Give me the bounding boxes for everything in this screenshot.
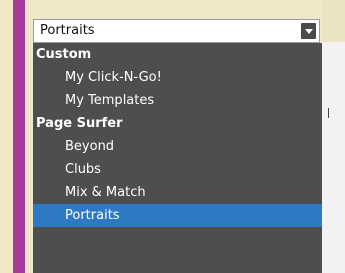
menu-option-beyond[interactable]: Beyond [33,135,322,158]
menu-option-portraits[interactable]: Portraits [33,204,322,227]
select-current-value: Portraits [40,23,95,38]
menu-group-page-surfer: Page Surfer [36,116,123,131]
template-category-dropdown[interactable]: Portraits Custom My Click-N-Go! My Templ… [33,19,322,273]
background-panel [322,0,345,273]
menu-option-my-templates[interactable]: My Templates [33,89,322,112]
chevron-down-icon[interactable] [301,23,316,39]
background-edge-glyph [328,108,329,118]
left-margin [0,0,13,273]
menu-option-clubs[interactable]: Clubs [33,158,322,181]
accent-stripe [13,0,25,273]
menu-option-mix-and-match[interactable]: Mix & Match [33,181,322,204]
background-top-strip [322,0,345,42]
category-select[interactable]: Portraits [33,19,320,43]
menu-group-custom: Custom [36,47,92,62]
dropdown-menu: Custom My Click-N-Go! My Templates Page … [33,43,322,273]
menu-option-my-click-n-go[interactable]: My Click-N-Go! [33,66,322,89]
